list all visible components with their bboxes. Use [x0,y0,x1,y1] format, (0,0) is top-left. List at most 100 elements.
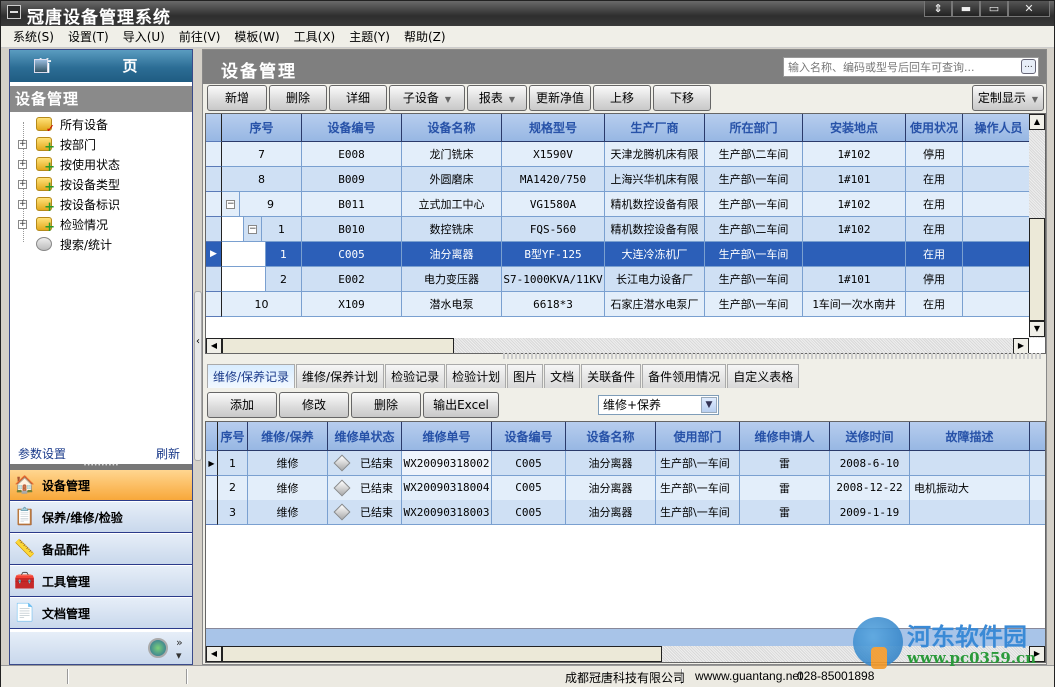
refresh-link[interactable]: 刷新 [156,445,180,462]
tab-3[interactable]: 检验计划 [446,364,507,388]
minimize-button[interactable]: ▬ [952,1,980,17]
detail-toolbar-button-3[interactable]: 输出Excel [423,392,499,418]
column-header[interactable]: 维修申请人 [740,422,830,451]
scroll-right-button[interactable]: ▶ [1029,646,1045,662]
menu-import[interactable]: 导入(U) [123,28,165,45]
row-indicator[interactable]: ▶ [206,242,222,267]
record-row[interactable]: ▶ 1 维修 已结束 WX20090318002 C005 油分离器 生产部\一车间 雷 2008… [206,451,1045,476]
record-row[interactable]: 3 维修 已结束 WX20090318003 C005 油分离器 生产部\一车间 雷 2009-… [206,500,1045,525]
tab-8[interactable]: 自定义表格 [727,364,800,388]
menu-settings[interactable]: 设置(T) [68,28,109,45]
tree-item[interactable]: + 按部门 [10,134,190,155]
column-header[interactable]: 设备编号 [492,422,566,451]
expand-toggle[interactable]: − [244,217,262,242]
column-header[interactable]: 所在部门 [705,114,803,142]
toolbar-button-2[interactable]: 详细 [329,85,387,111]
expand-icon[interactable]: + [18,219,27,229]
row-indicator[interactable] [206,192,222,217]
expand-icon[interactable]: + [18,159,27,169]
column-header[interactable]: 维修单状态 [328,422,402,451]
records-horizontal-scrollbar[interactable]: ◀ ▶ [206,646,1045,662]
column-header[interactable]: 维修/保养 [248,422,328,451]
toolbar-button-1[interactable]: 删除 [269,85,327,111]
maximize-button[interactable]: ▭ [980,1,1008,17]
table-row[interactable]: − 1 B010 数控铣床 FQS-560 精机数控设备有限 生产部\二车间 1#102 在用 [206,217,1045,242]
toolbar-button-6[interactable]: 上移 [593,85,651,111]
tree-item[interactable]: + 检验情况 [10,214,190,235]
tab-0[interactable]: 维修/保养记录 [207,364,296,388]
menu-tools[interactable]: 工具(X) [294,28,336,45]
system-menu-icon[interactable] [7,5,21,19]
nav-maintenance[interactable]: 📋 保养/维修/检验 [10,502,192,533]
row-indicator[interactable] [206,217,222,242]
detail-toolbar-button-1[interactable]: 修改 [279,392,349,418]
tab-1[interactable]: 维修/保养计划 [296,364,385,388]
row-indicator[interactable] [206,500,218,525]
horizontal-scrollbar[interactable]: ◀ ▶ [206,338,1029,353]
menu-help[interactable]: 帮助(Z) [404,28,446,45]
panel-splitter[interactable] [503,353,1043,359]
scroll-left-button[interactable]: ◀ [206,646,222,662]
menu-theme[interactable]: 主题(Y) [349,28,390,45]
table-row[interactable]: 8 B009 外圆磨床 MA1420/750 上海兴华机床有限 生产部\一车间 1#101 在… [206,167,1045,192]
expand-icon[interactable]: + [18,179,27,189]
tree-item[interactable]: + 按设备类型 [10,174,190,195]
tab-4[interactable]: 图片 [507,364,544,388]
scroll-thumb[interactable] [222,646,662,662]
tab-2[interactable]: 检验记录 [385,364,446,388]
column-header[interactable]: 维修单号 [402,422,492,451]
collapse-icon[interactable]: − [226,199,235,209]
collapse-icon[interactable]: − [248,224,257,234]
configure-nav-icon[interactable] [148,638,168,658]
search-options-button[interactable]: ... [1021,59,1036,74]
scroll-up-button[interactable]: ▲ [1029,114,1045,130]
menu-goto[interactable]: 前往(V) [179,28,221,45]
record-row[interactable]: 2 维修 已结束 WX20090318004 C005 油分离器 生产部\一车间 雷 2008-… [206,475,1045,501]
column-header[interactable]: 设备编号 [302,114,402,142]
title-bar[interactable]: 冠唐设备管理系统 ⇕ ▬ ▭ ✕ [1,1,1054,28]
nav-home[interactable]: 🏠 设备管理 [10,470,192,501]
column-header[interactable]: 规格型号 [502,114,605,142]
row-indicator[interactable] [206,142,222,167]
table-row[interactable]: 2 E002 电力变压器 S7-1000KVA/11KV 长江电力设备厂 生产部\一车间 1… [206,267,1045,292]
record-type-select[interactable]: 维修+保养 ▼ [598,395,719,415]
tab-5[interactable]: 文档 [544,364,581,388]
settings-link[interactable]: 参数设置 [18,445,66,462]
vertical-scrollbar[interactable]: ▲ ▼ [1029,114,1045,338]
column-header[interactable]: 序号 [218,422,248,451]
close-button[interactable]: ✕ [1008,1,1050,17]
nav-ruler[interactable]: 📏 备品配件 [10,534,192,565]
column-header[interactable]: 操作人员 [963,114,1035,142]
row-indicator[interactable]: ▶ [206,451,218,476]
toolbar-button-3[interactable]: 子设备 ▼ [389,85,465,111]
menu-system[interactable]: 系统(S) [13,28,54,45]
row-indicator[interactable] [206,267,222,292]
detail-toolbar-button-2[interactable]: 删除 [351,392,421,418]
tree-item[interactable]: 所有设备 [10,114,190,135]
search-input[interactable]: 输入名称、编码或型号后回车可查询... ... [783,57,1039,77]
tree-item[interactable]: + 按使用状态 [10,154,190,175]
more-chevron-icon[interactable]: » ▾ [176,636,183,662]
column-header[interactable]: 安装地点 [803,114,906,142]
home-button[interactable]: 首 页 [10,50,192,82]
column-header[interactable]: 故障描述 [910,422,1030,451]
tree-item[interactable]: + 按设备标识 [10,194,190,215]
expand-icon[interactable]: + [18,139,27,149]
collapse-sidebar-handle[interactable]: ‹ [194,291,202,461]
column-header[interactable]: 使用状况 [906,114,963,142]
column-header[interactable]: 生产厂商 [605,114,705,142]
row-indicator[interactable] [206,475,218,501]
toolbar-button-4[interactable]: 报表 ▼ [467,85,527,111]
table-row[interactable]: 10 X109 潜水电泵 6618*3 石家庄潜水电泵厂 生产部\一车间 1车间一次水南井 在… [206,292,1045,317]
tab-6[interactable]: 关联备件 [581,364,642,388]
toolbar-button-7[interactable]: 下移 [653,85,711,111]
column-header[interactable]: 送修时间 [830,422,910,451]
column-header[interactable]: 设备名称 [566,422,656,451]
column-header[interactable]: 设备名称 [402,114,502,142]
toolbar-button-5[interactable]: 更新净值 [529,85,591,111]
scroll-thumb[interactable] [1029,218,1045,321]
row-indicator[interactable] [206,292,222,317]
chevron-down-icon[interactable]: ▼ [701,397,717,413]
scroll-down-button[interactable]: ▼ [1029,321,1045,337]
nav-tools[interactable]: 🧰 工具管理 [10,566,192,597]
